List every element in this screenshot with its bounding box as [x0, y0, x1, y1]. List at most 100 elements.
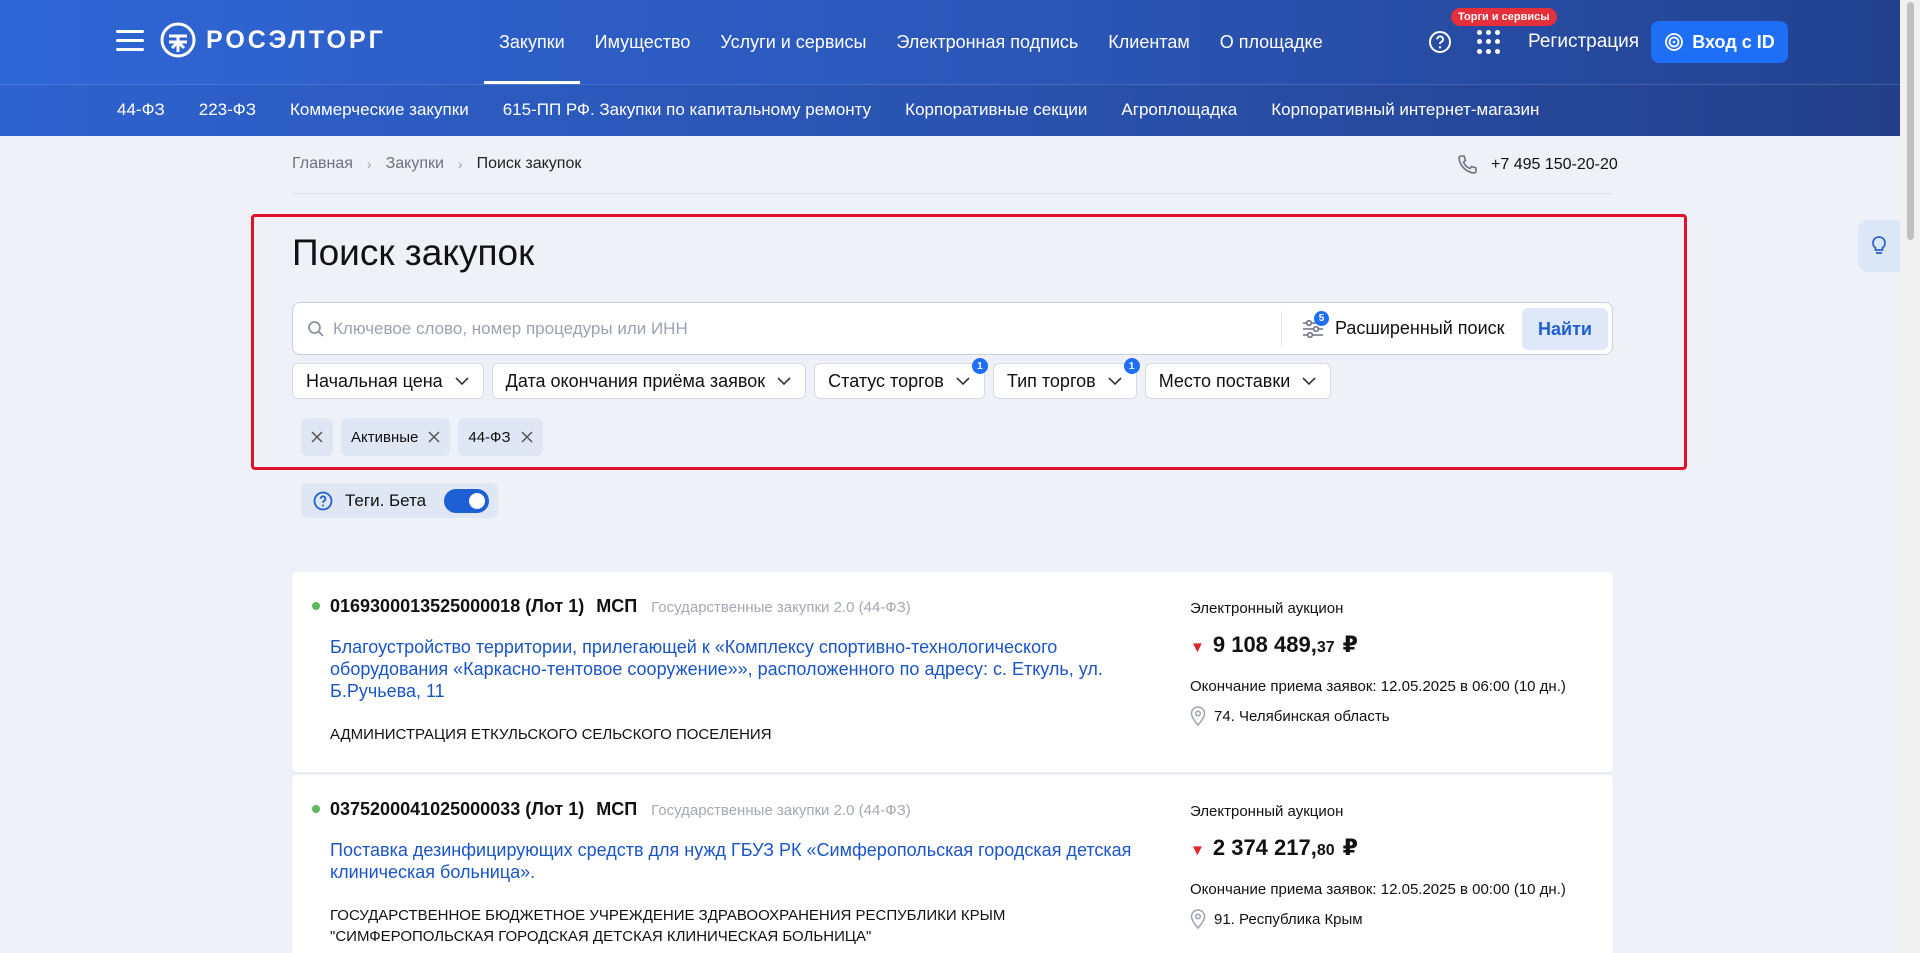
- region-name: 74. Челябинская область: [1214, 707, 1390, 725]
- chip-active[interactable]: Активные: [341, 418, 451, 456]
- filter-label: Тип торгов: [1006, 370, 1096, 391]
- status-dot: [312, 805, 320, 813]
- subnav-item-44fz[interactable]: 44-ФЗ: [100, 84, 182, 136]
- breadcrumb-zakupki[interactable]: Закупки: [386, 155, 444, 173]
- result-card: 0375200041025000033 (Лот 1) МСП Государств…: [292, 775, 1613, 953]
- filter-delivery-place[interactable]: Место поставки: [1144, 363, 1332, 399]
- filter-type[interactable]: Тип торгов 1: [992, 358, 1140, 399]
- price-down-icon: ▼: [1190, 639, 1205, 656]
- filter-initial-price[interactable]: Начальная цена: [292, 363, 484, 399]
- deadline-text: Окончание приема заявок: 12.05.2025 в 00…: [1190, 881, 1566, 898]
- tags-label: Теги. Бета: [345, 490, 427, 510]
- filter-count-badge: 1: [1123, 358, 1140, 374]
- nav-item-zakupki[interactable]: Закупки: [484, 0, 580, 84]
- deadline-text: Окончание приема заявок: 12.05.2025 в 06…: [1190, 678, 1566, 695]
- filter-sliders-icon: 5: [1301, 310, 1329, 341]
- help-circle-icon[interactable]: [313, 491, 333, 511]
- phone-contact[interactable]: +7 495 150-20-20: [1455, 153, 1618, 177]
- filter-deadline[interactable]: Дата окончания приёма заявок: [491, 363, 807, 399]
- register-link[interactable]: Регистрация: [1528, 31, 1639, 53]
- price-down-icon: ▼: [1190, 842, 1205, 859]
- search-input[interactable]: [333, 303, 1273, 354]
- chevron-down-icon: [1302, 377, 1316, 386]
- procedure-header: 0169300013525000018 (Лот 1) МСП Государств…: [330, 596, 911, 617]
- tips-button[interactable]: [1858, 220, 1900, 272]
- subnav-item-corporate[interactable]: Корпоративные секции: [888, 84, 1104, 136]
- nav-item-klientam[interactable]: Клиентам: [1093, 0, 1204, 84]
- law-label: Государственные закупки 2.0 (44-ФЗ): [651, 802, 911, 819]
- search-divider: [1281, 311, 1282, 347]
- close-icon[interactable]: [428, 431, 440, 443]
- result-card: 0169300013525000018 (Лот 1) МСП Государств…: [292, 572, 1613, 772]
- logo[interactable]: РОСЭЛТОРГ: [160, 22, 386, 58]
- filter-status[interactable]: Статус торгов 1: [814, 358, 988, 399]
- chevron-down-icon: [455, 377, 469, 386]
- procedure-header: 0375200041025000033 (Лот 1) МСП Государств…: [330, 799, 911, 820]
- tags-beta-toggle: Теги. Бета: [301, 483, 498, 518]
- chip-label: Активные: [351, 428, 419, 446]
- breadcrumb-home[interactable]: Главная: [292, 155, 353, 173]
- procedure-title-link[interactable]: Благоустройство территории, прилегающей …: [330, 636, 1150, 702]
- chip-44fz[interactable]: 44-ФЗ: [458, 418, 543, 456]
- active-filter-chips: Активные 44-ФЗ: [301, 418, 543, 456]
- nav-item-o-ploshchadke[interactable]: О площадке: [1205, 0, 1338, 84]
- customer-name[interactable]: ГОСУДАРСТВЕННОЕ БЮДЖЕТНОЕ УЧРЕЖДЕНИЕ ЗДР…: [330, 905, 1150, 947]
- advanced-search-label: Расширенный поиск: [1335, 318, 1505, 338]
- region: 74. Челябинская область: [1190, 706, 1390, 726]
- login-id-button[interactable]: Вход с ID: [1651, 21, 1788, 63]
- menu-icon[interactable]: [116, 30, 144, 52]
- search-box: 5 Расширенный поиск Найти: [292, 302, 1613, 355]
- chevron-right-icon: ›: [457, 156, 463, 172]
- nav-item-podpis[interactable]: Электронная подпись: [881, 0, 1093, 84]
- customer-name[interactable]: АДМИНИСТРАЦИЯ ЕТКУЛЬСКОГО СЕЛЬСКОГО ПОСЕ…: [330, 724, 1150, 745]
- msp-label: МСП: [596, 596, 638, 616]
- help-icon[interactable]: [1428, 30, 1452, 54]
- filter-label: Статус торгов: [828, 370, 944, 391]
- chevron-down-icon: [777, 377, 791, 386]
- procedure-title-link[interactable]: Поставка дезинфицирующих средств для нуж…: [330, 839, 1150, 883]
- msp-label: МСП: [596, 799, 638, 819]
- procedure-type: Электронный аукцион: [1190, 600, 1344, 617]
- procedure-number[interactable]: 0375200041025000033 (Лот 1): [330, 799, 584, 819]
- price: ▼ 9 108 489,37 ₽: [1190, 632, 1358, 658]
- filter-bar: Начальная цена Дата окончания приёма зая…: [292, 358, 1332, 399]
- breadcrumb-current: Поиск закупок: [476, 155, 582, 172]
- scrollbar-thumb[interactable]: [1907, 2, 1914, 240]
- status-dot: [312, 602, 320, 610]
- procedure-type: Электронный аукцион: [1190, 803, 1344, 820]
- subnav-item-eshop[interactable]: Корпоративный интернет-магазин: [1254, 84, 1556, 136]
- close-icon: [311, 431, 323, 443]
- filter-label: Начальная цена: [306, 370, 443, 391]
- find-button[interactable]: Найти: [1522, 308, 1608, 350]
- advanced-search-button[interactable]: 5 Расширенный поиск: [1301, 303, 1505, 354]
- chevron-right-icon: ›: [366, 156, 372, 172]
- search-icon: [308, 321, 324, 337]
- subnav-item-223fz[interactable]: 223-ФЗ: [182, 84, 273, 136]
- advanced-count-badge: 5: [1314, 310, 1329, 326]
- main-nav: Закупки Имущество Услуги и сервисы Элект…: [484, 0, 1338, 84]
- page-title: Поиск закупок: [292, 232, 535, 273]
- apps-grid-icon[interactable]: [1477, 30, 1501, 54]
- logo-mark-icon: [160, 22, 196, 58]
- login-label: Вход с ID: [1692, 31, 1775, 52]
- subnav-item-agro[interactable]: Агроплощадка: [1104, 84, 1254, 136]
- subnav-item-commercial[interactable]: Коммерческие закупки: [273, 84, 486, 136]
- chip-label: 44-ФЗ: [468, 428, 511, 446]
- chevron-down-icon: [1108, 377, 1122, 386]
- filter-count-badge: 1: [971, 358, 988, 374]
- nav-item-imushchestvo[interactable]: Имущество: [580, 0, 706, 84]
- clear-all-chips-button[interactable]: [301, 418, 333, 456]
- subnav-item-615pp[interactable]: 615-ПП РФ. Закупки по капитальному ремон…: [486, 84, 888, 136]
- phone-icon: [1458, 155, 1477, 174]
- close-icon[interactable]: [521, 431, 533, 443]
- procedure-number[interactable]: 0169300013525000018 (Лот 1): [330, 596, 584, 616]
- phone-number: +7 495 150-20-20: [1491, 156, 1618, 173]
- fingerprint-icon: [1665, 33, 1684, 51]
- filter-label: Место поставки: [1158, 370, 1291, 391]
- location-pin-icon: [1190, 706, 1206, 726]
- nav-item-uslugi[interactable]: Услуги и сервисы: [705, 0, 881, 84]
- sub-nav: 44-ФЗ 223-ФЗ Коммерческие закупки 615-ПП…: [100, 84, 1556, 136]
- divider: [292, 193, 1613, 194]
- law-label: Государственные закупки 2.0 (44-ФЗ): [651, 599, 911, 616]
- tags-switch[interactable]: [444, 489, 489, 513]
